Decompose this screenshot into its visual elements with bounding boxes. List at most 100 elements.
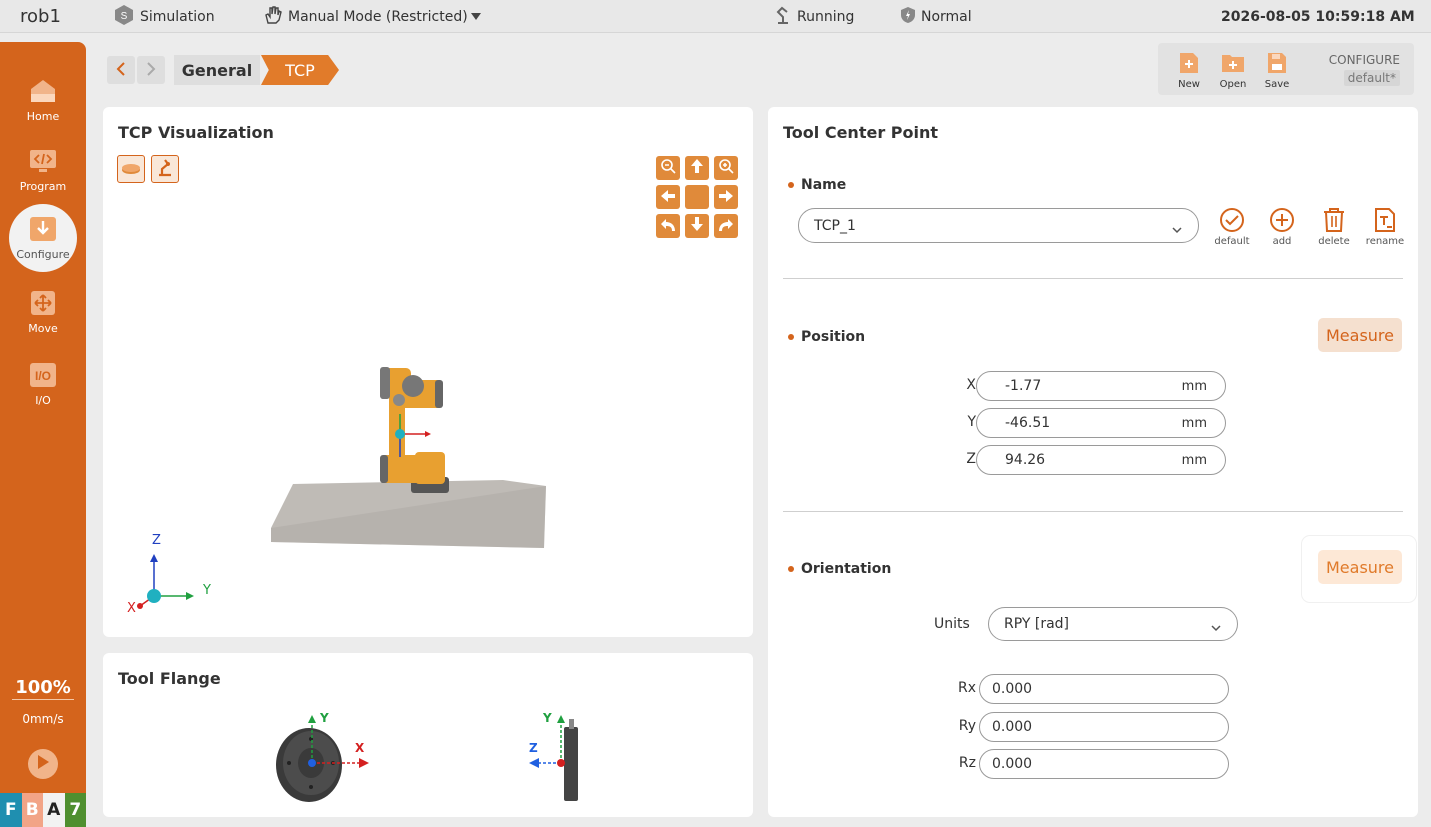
flange-side-z-label: Z (529, 741, 538, 755)
simulation-indicator[interactable]: S Simulation (113, 0, 215, 33)
tcp-name-value: TCP_1 (814, 217, 856, 234)
zoom-in-button[interactable] (714, 156, 738, 180)
orientation-rx-field[interactable]: 0.000 (979, 674, 1229, 704)
position-section-label: Position (788, 329, 865, 345)
position-z-label: Z (966, 451, 976, 467)
mode-tile-a[interactable]: A (43, 793, 65, 827)
open-button[interactable]: Open (1214, 51, 1252, 90)
chevron-left-icon (116, 61, 126, 80)
flange-front-view (276, 715, 369, 802)
run-status-label: Running (797, 8, 855, 25)
sidebar-item-home[interactable]: Home (9, 66, 77, 134)
flange-side-y-label: Y (543, 711, 552, 725)
folder-icon (1221, 51, 1245, 75)
robot-3d-view[interactable] (263, 352, 553, 552)
file-toolbar: New Open Save CONFIGURE default* (1158, 43, 1414, 95)
mode-tile-7[interactable]: 7 (64, 793, 86, 827)
position-x-field[interactable]: -1.77 mm (976, 371, 1226, 401)
pan-left-button[interactable] (656, 185, 680, 209)
position-y-value: -46.51 (1005, 415, 1051, 431)
mode-selector[interactable]: Manual Mode (Restricted) (263, 0, 481, 33)
name-section-label: Name (788, 177, 846, 193)
zoom-out-button[interactable] (656, 156, 680, 180)
orientation-ry-label: Ry (958, 718, 976, 734)
position-z-unit: mm (1181, 453, 1207, 468)
flange-view-icon (121, 160, 141, 179)
orientation-section-label: Orientation (788, 561, 891, 577)
trash-icon (1321, 207, 1347, 233)
sidebar-item-label: Move (28, 321, 58, 335)
save-button[interactable]: Save (1258, 51, 1296, 90)
hand-icon (263, 5, 283, 29)
reset-view-button[interactable] (685, 185, 709, 209)
rename-button[interactable]: rename (1365, 207, 1405, 247)
tcp-visualization-panel: TCP Visualization Z Y X (103, 107, 753, 637)
robot-view-icon (155, 157, 175, 181)
units-select[interactable]: RPY [rad] (988, 607, 1238, 641)
speed-percent[interactable]: 100% (0, 677, 86, 698)
axis-z-label: Z (152, 533, 161, 548)
move-icon (29, 290, 57, 316)
mode-tile-f[interactable]: F (0, 793, 22, 827)
configure-caption: CONFIGURE (1328, 53, 1400, 67)
mode-label: Manual Mode (Restricted) (288, 8, 468, 25)
forward-button[interactable] (137, 56, 165, 84)
position-measure-button[interactable]: Measure (1318, 318, 1402, 352)
config-name: default* (1343, 70, 1400, 86)
axis-x-label: X (127, 601, 136, 616)
rename-icon (1372, 207, 1398, 233)
position-z-field[interactable]: 94.26 mm (976, 445, 1226, 475)
tcp-name-select[interactable]: TCP_1 (798, 208, 1199, 243)
speed-value: 0mm/s (22, 712, 64, 726)
pan-right-button[interactable] (714, 185, 738, 209)
caret-down-icon (470, 9, 481, 25)
mode-tile-b[interactable]: B (21, 793, 43, 827)
section-dot (788, 334, 794, 340)
breadcrumb-general[interactable]: General (174, 55, 260, 85)
back-button[interactable] (107, 56, 135, 84)
svg-text:S: S (121, 11, 128, 22)
add-button[interactable]: add (1262, 207, 1302, 247)
zoom-in-icon (718, 158, 734, 178)
robot-name[interactable]: rob1 (20, 0, 61, 33)
view-robot-button[interactable] (151, 155, 179, 183)
orientation-rz-field[interactable]: 0.000 (979, 749, 1229, 779)
orientation-measure-button[interactable]: Measure (1318, 550, 1402, 584)
delete-button[interactable]: delete (1314, 207, 1354, 247)
position-z-value: 94.26 (1005, 452, 1046, 468)
io-icon: I/O (29, 362, 57, 388)
sidebar-item-move[interactable]: Move (9, 278, 77, 346)
new-button[interactable]: New (1170, 51, 1208, 90)
new-label: New (1178, 79, 1200, 90)
tool-flange-panel: Tool Flange Y X Y Z (103, 653, 753, 817)
orientation-ry-field[interactable]: 0.000 (979, 712, 1229, 742)
units-label: Units (934, 616, 970, 632)
rotate-right-button[interactable] (714, 214, 738, 238)
play-icon (36, 754, 50, 774)
robot-arm-icon (774, 6, 792, 28)
sidebar-item-io[interactable]: I/O I/O (9, 350, 77, 418)
orientation-ry-value: 0.000 (992, 719, 1033, 735)
sidebar-item-program[interactable]: Program (9, 136, 77, 204)
delete-label: delete (1318, 236, 1350, 247)
position-y-unit: mm (1181, 416, 1207, 431)
view-flange-button[interactable] (117, 155, 145, 183)
default-button[interactable]: default (1212, 207, 1252, 247)
run-status: Running (774, 0, 854, 33)
rotate-left-button[interactable] (656, 214, 680, 238)
position-y-field[interactable]: -46.51 mm (976, 408, 1226, 438)
orientation-rz-label: Rz (958, 755, 976, 771)
arrow-right-icon (718, 188, 734, 207)
orientation-rx-label: Rx (957, 680, 976, 696)
pan-down-button[interactable] (685, 214, 709, 238)
arrow-down-icon (690, 216, 704, 236)
datetime: 2026-08-05 10:59:18 AM (1221, 8, 1415, 25)
play-button[interactable] (28, 749, 58, 779)
breadcrumb-tcp[interactable]: TCP (261, 55, 339, 85)
chevron-right-icon (146, 61, 156, 80)
configure-icon (29, 216, 57, 242)
name-label-text: Name (801, 177, 847, 193)
sidebar-item-configure[interactable]: Configure (9, 204, 77, 272)
pan-up-button[interactable] (685, 156, 709, 180)
save-icon (1265, 51, 1289, 75)
